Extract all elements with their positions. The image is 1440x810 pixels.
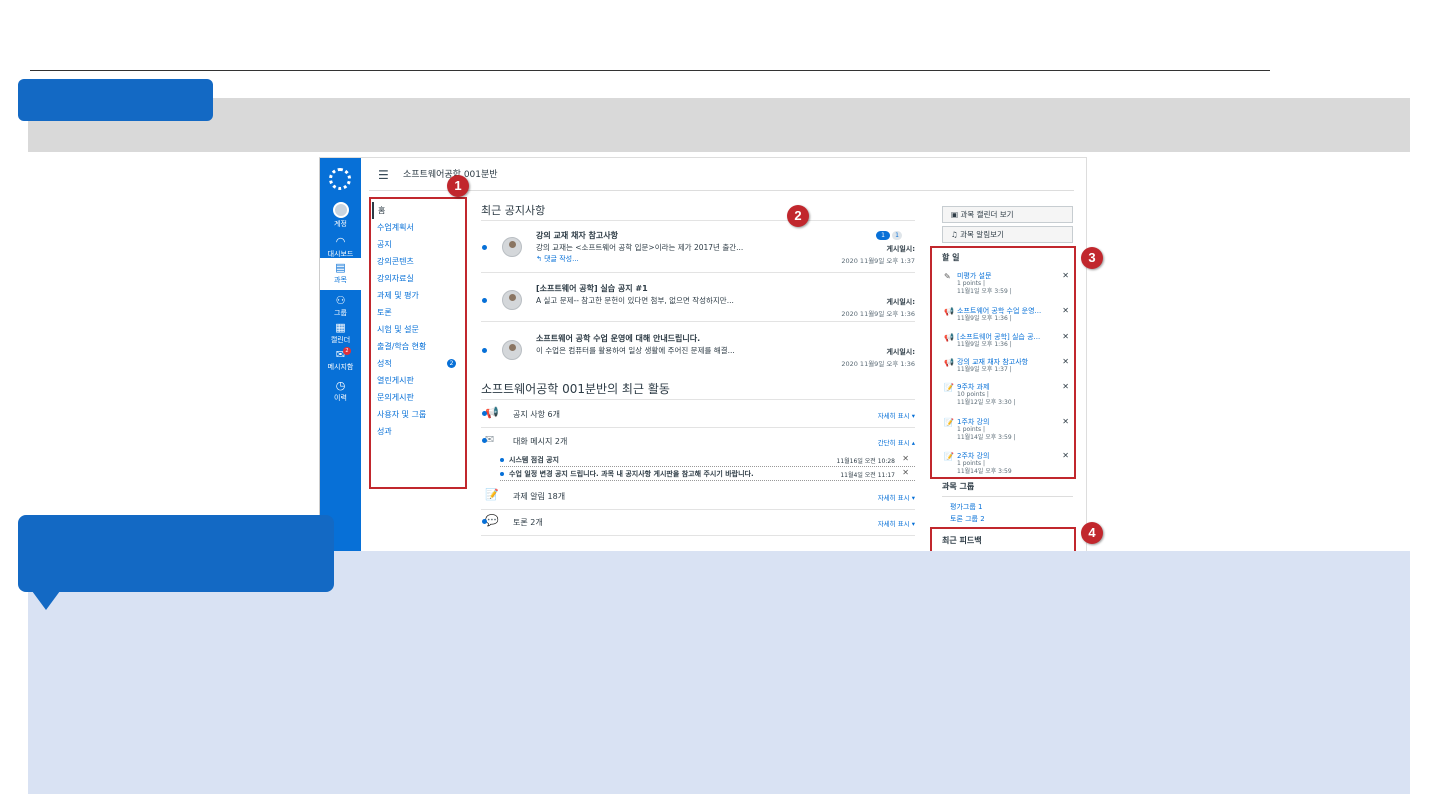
posted-label: 게시일시: (886, 298, 915, 306)
discussion-icon: 💬 (482, 515, 501, 527)
posted-date: 2020 11월9일 오후 1:36 (841, 360, 915, 368)
posted-date: 2020 11월9일 오후 1:36 (841, 310, 915, 318)
calendar-icon: ▦ (335, 321, 346, 334)
unread-dot (482, 348, 487, 353)
avatar (502, 237, 522, 257)
announcement-item[interactable]: 강의 교재 채자 참고사항 강의 교재는 <소프트웨어 공학 입문>이라는 제가… (481, 221, 915, 271)
gnav-history[interactable]: ◷ 이력 (320, 380, 361, 403)
divider (481, 399, 915, 400)
unread-dot (482, 298, 487, 303)
bell-icon: ♫ (951, 230, 961, 239)
unread-dot (482, 245, 487, 250)
total-count-badge: 1 (892, 231, 902, 240)
divider (942, 496, 1073, 497)
highlight-course-nav (369, 197, 467, 489)
reply-link[interactable]: ↰ 댓글 작성... (536, 254, 579, 264)
canvas-logo-icon[interactable] (329, 168, 351, 190)
header-band (28, 98, 1410, 152)
inbox-badge: 2 (343, 347, 351, 355)
divider (481, 535, 915, 536)
group-link[interactable]: 평가그룹 1 (950, 502, 982, 512)
show-less-link[interactable]: 간단히 표시 ▴ (878, 437, 915, 447)
unread-count-badge: 1 (876, 231, 890, 240)
speech-bubble (18, 515, 334, 592)
posted-label: 게시일시: (886, 348, 915, 356)
course-calendar-button[interactable]: ▣ 과목 캘린더 보기 (942, 206, 1073, 223)
assignment-icon: 📝 (485, 488, 499, 501)
dashboard-icon: ◠ (335, 235, 346, 248)
account-avatar-icon (332, 202, 349, 218)
hamburger-menu-icon[interactable]: ☰ (378, 168, 392, 182)
gnav-inbox[interactable]: ✉ 2 메시지함 (320, 347, 361, 372)
divider (481, 272, 915, 273)
envelope-icon: ✉ (482, 434, 501, 446)
posted-label: 게시일시: (886, 245, 915, 253)
activity-messages[interactable]: ✉ 대화 메시지 2개 간단히 표시 ▴ (481, 428, 915, 454)
course-notifications-button[interactable]: ♫ 과목 알림보기 (942, 226, 1073, 243)
avatar (502, 340, 522, 360)
posted-date: 2020 11월9일 오후 1:37 (841, 257, 915, 265)
top-divider (30, 70, 1270, 71)
close-icon[interactable]: ✕ (902, 468, 909, 477)
show-more-link[interactable]: 자세히 표시 ▾ (878, 492, 915, 502)
announcement-title[interactable]: 강의 교재 채자 참고사항 (536, 230, 618, 241)
section-tag (18, 79, 213, 121)
avatar (502, 290, 522, 310)
announcement-message: 강의 교재는 <소프트웨어 공학 입문>이라는 제가 2017년 출간... (536, 243, 744, 252)
gnav-courses[interactable]: ▤ 과목 (320, 258, 361, 290)
announcement-item[interactable]: [소프트웨어 공학] 실습 공지 #1 A 실고 문제-- 참고한 문헌이 있다… (481, 274, 915, 324)
courses-icon: ▤ (335, 261, 346, 274)
announcement-message: A 실고 문제-- 참고한 문헌이 있다면 첨부, 없으면 작성하지만... (536, 296, 734, 305)
highlight-todo (930, 246, 1076, 479)
message-row[interactable]: 수업 일정 변경 공지 드립니다. 과목 내 공지사항 게시판을 참고해 주시기… (500, 468, 915, 481)
activity-announcements[interactable]: 📢 공지 사항 6개 자세히 표시 ▾ (481, 401, 915, 427)
gnav-account[interactable]: 계정 (320, 202, 361, 229)
announcement-title[interactable]: [소프트웨어 공학] 실습 공지 #1 (536, 283, 648, 294)
groups-heading: 과목 그룹 (942, 482, 975, 491)
announcement-message: 이 수업은 컴퓨터를 활용하여 일상 생활에 주어진 문제를 해결... (536, 346, 735, 355)
activity-heading: 소프트웨어공학 001분반의 최근 활동 (481, 382, 670, 396)
callout-1: 1 (447, 175, 469, 197)
divider (481, 321, 915, 322)
close-icon[interactable]: ✕ (902, 454, 909, 463)
groups-icon: ⚇ (335, 294, 346, 307)
global-nav: 계정 ◠ 대시보드 ▤ 과목 ⚇ 그룹 ▦ 캘린더 ✉ 2 메시지함 ◷ 이력 (320, 158, 361, 551)
history-clock-icon: ◷ (335, 379, 346, 392)
announcement-title[interactable]: 소프트웨어 공학 수업 운영에 대해 안내드립니다. (536, 333, 700, 344)
header-divider (369, 190, 1074, 191)
show-more-link[interactable]: 자세히 표시 ▾ (878, 410, 915, 420)
gnav-groups[interactable]: ⚇ 그룹 (320, 295, 361, 318)
megaphone-icon: 📢 (482, 407, 501, 419)
gnav-dashboard[interactable]: ◠ 대시보드 (320, 236, 361, 259)
callout-4: 4 (1081, 522, 1103, 544)
activity-assignments[interactable]: 📝 과제 알림 18개 자세히 표시 ▾ (481, 483, 915, 509)
gnav-calendar[interactable]: ▦ 캘린더 (320, 322, 361, 345)
callout-3: 3 (1081, 247, 1103, 269)
message-row[interactable]: 시스템 점검 공지 11월16일 오전 10:28 ✕ (500, 454, 915, 467)
show-more-link[interactable]: 자세히 표시 ▾ (878, 518, 915, 528)
callout-2: 2 (787, 205, 809, 227)
announcement-item[interactable]: 소프트웨어 공학 수업 운영에 대해 안내드립니다. 이 수업은 컴퓨터를 활용… (481, 324, 915, 374)
announcements-heading: 최근 공지사항 (481, 204, 546, 217)
speech-bubble-tail (32, 591, 60, 610)
group-link[interactable]: 토론 그룹 2 (950, 514, 985, 524)
activity-discussions[interactable]: 💬 토론 2개 자세히 표시 ▾ (481, 509, 915, 535)
